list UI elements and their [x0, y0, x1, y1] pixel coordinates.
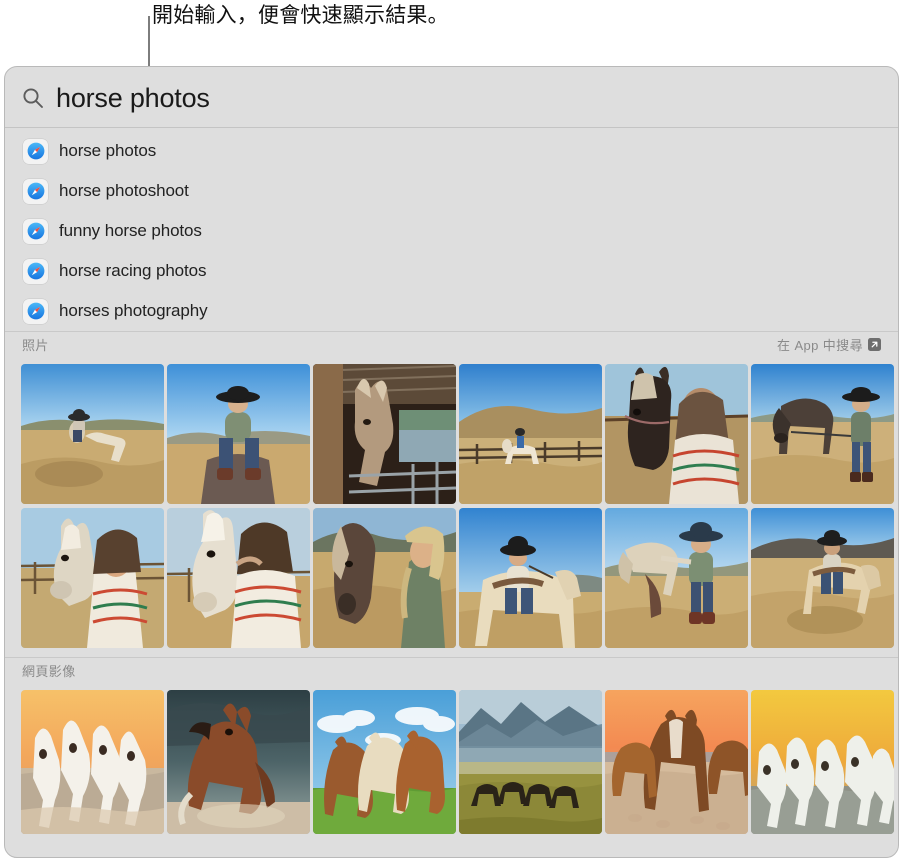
photo-thumbnail[interactable] [167, 364, 310, 504]
web-image-thumbnail[interactable] [167, 690, 310, 834]
photo-thumbnail[interactable] [313, 364, 456, 504]
section-header-photos: 照片 在 App 中搜尋 [5, 331, 898, 358]
suggestion-label: horses photography [59, 301, 208, 320]
web-image-thumbnail[interactable] [459, 690, 602, 834]
suggestion-label: horse photos [59, 141, 157, 160]
photo-thumbnail[interactable] [751, 364, 894, 504]
photo-thumbnail[interactable] [167, 508, 310, 648]
section-title: 網頁影像 [22, 664, 76, 679]
web-image-thumbnail[interactable] [313, 690, 456, 834]
safari-compass-icon [23, 298, 48, 324]
safari-compass-icon [23, 258, 48, 284]
photo-thumbnail[interactable] [605, 508, 748, 648]
web-images-grid-row-1 [5, 684, 898, 834]
photo-thumbnail[interactable] [21, 508, 164, 648]
search-input-value[interactable]: horse photos [56, 83, 210, 113]
screenshot-root: 開始輸入，便會快速顯示結果。 horse photos horse photos… [0, 0, 904, 862]
suggestion-item-1[interactable]: horse photoshoot [5, 171, 898, 211]
photo-thumbnail[interactable] [21, 364, 164, 504]
safari-compass-icon [23, 218, 48, 244]
suggestion-item-4[interactable]: horses photography [5, 291, 898, 331]
section-title: 照片 [22, 338, 49, 353]
external-link-arrow-icon [868, 338, 881, 351]
suggestion-list: horse photos horse photoshoot funny hors… [5, 128, 898, 331]
section-header-web-images: 網頁影像 [5, 657, 898, 684]
web-image-thumbnail[interactable] [605, 690, 748, 834]
web-image-thumbnail[interactable] [21, 690, 164, 834]
callout-text: 開始輸入，便會快速顯示結果。 [152, 4, 449, 27]
search-field-divider [5, 127, 898, 128]
suggestion-label: horse photoshoot [59, 181, 189, 200]
photo-thumbnail[interactable] [313, 508, 456, 648]
suggestion-item-3[interactable]: horse racing photos [5, 251, 898, 291]
search-field[interactable]: horse photos [5, 67, 898, 128]
suggestion-label: funny horse photos [59, 221, 202, 240]
search-in-app-label: 在 App 中搜尋 [777, 338, 863, 353]
photo-thumbnail[interactable] [605, 364, 748, 504]
search-icon [22, 87, 44, 109]
photo-thumbnail[interactable] [751, 508, 894, 648]
search-suggestions-popover: horse photos horse photos horse photosho… [4, 66, 899, 858]
photo-thumbnail[interactable] [459, 364, 602, 504]
suggestion-label: horse racing photos [59, 261, 207, 280]
web-image-thumbnail[interactable] [751, 690, 894, 834]
safari-compass-icon [23, 138, 48, 164]
suggestion-item-2[interactable]: funny horse photos [5, 211, 898, 251]
safari-compass-icon [23, 178, 48, 204]
suggestion-item-0[interactable]: horse photos [5, 131, 898, 171]
search-in-app-link[interactable]: 在 App 中搜尋 [777, 335, 881, 354]
photos-grid-row-2 [5, 504, 898, 648]
photos-grid-row-1 [5, 358, 898, 504]
photo-thumbnail[interactable] [459, 508, 602, 648]
